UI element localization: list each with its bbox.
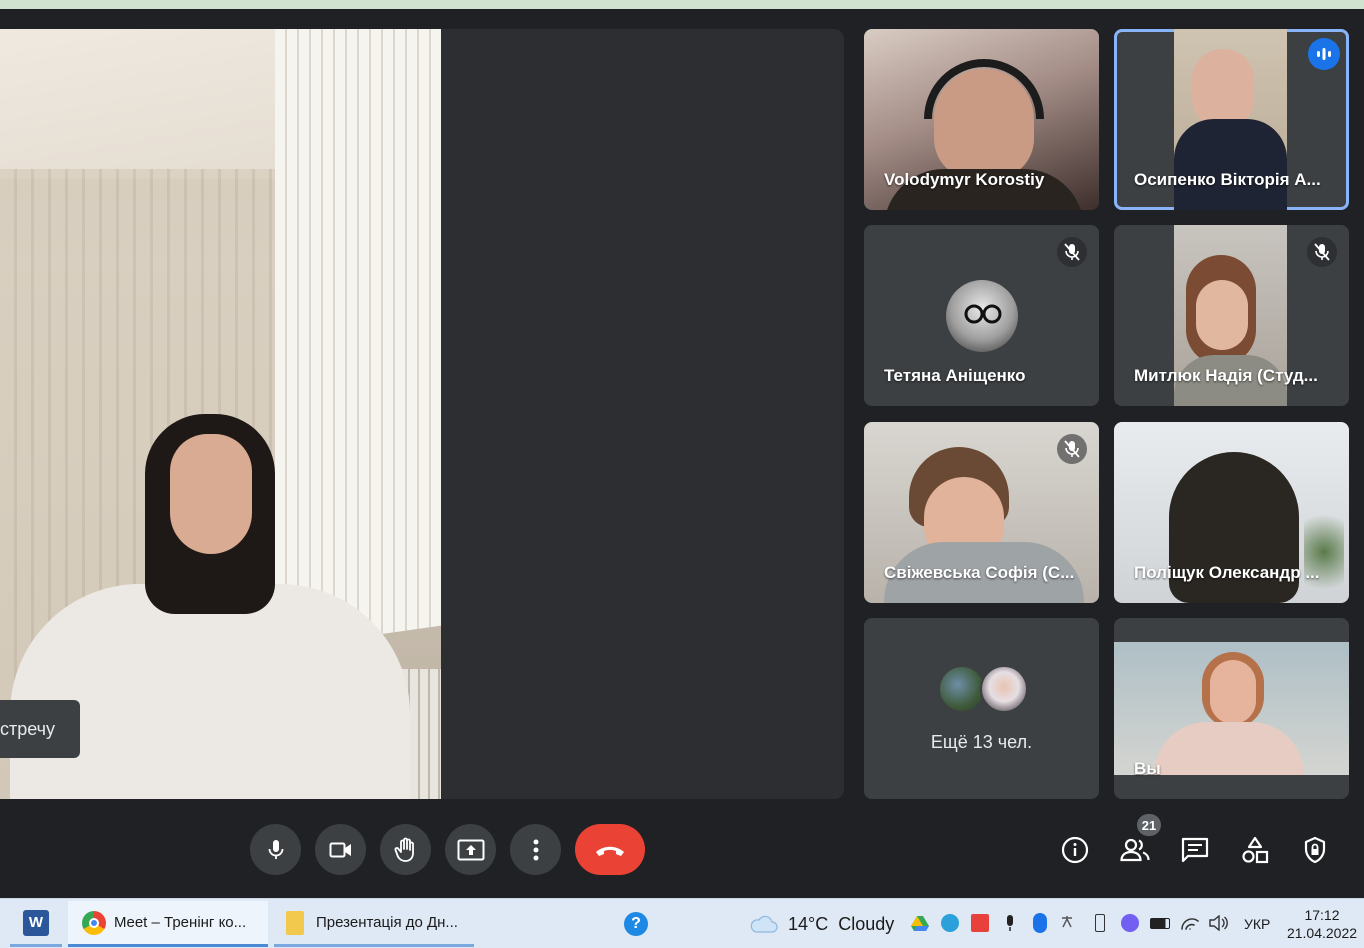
taskbar-help-button[interactable]: ? [620,901,652,947]
participant-face [1196,280,1248,350]
chat-icon [1181,837,1209,863]
participant-avatar [938,665,986,713]
chrome-icon [82,910,106,935]
people-button[interactable] [1115,830,1155,870]
activities-button[interactable] [1235,830,1275,870]
self-video [1114,642,1349,775]
viber-icon[interactable] [1120,913,1140,933]
main-speaker-video[interactable] [0,29,844,799]
participant-tile[interactable]: Свіжевська Софія (С... [864,422,1099,603]
weather-temp: 14°C [788,913,829,934]
clock[interactable]: 17:12 21.04.2022 [1282,901,1362,947]
participant-tile[interactable]: Volodymyr Korostiy [864,29,1099,210]
drive-icon[interactable] [910,913,930,933]
language-tool-icon[interactable] [1060,913,1080,933]
participant-tile[interactable]: Митлюк Надія (Студ... [1114,225,1349,406]
chat-button[interactable] [1175,830,1215,870]
mic-off-icon [1307,237,1337,267]
self-shoulders [1154,722,1304,775]
weather-condition: Cloudy [838,913,895,934]
host-controls-icon [1304,836,1326,864]
cloud-icon [750,915,778,933]
self-face [1210,660,1256,724]
keyboard-language[interactable]: УКР [1244,901,1270,947]
background-plant [1304,502,1344,602]
anydesk-icon[interactable] [970,913,990,933]
microphone-tray-icon[interactable] [1000,913,1020,933]
end-call-icon [596,846,624,856]
weather-widget[interactable]: 14°C Cloudy [748,901,894,947]
self-view-tile[interactable]: Вы [1114,618,1349,799]
taskbar-chrome-label: Meet – Тренінг ко... [114,914,247,931]
speaking-indicator-icon [1308,38,1340,70]
clock-date: 21.04.2022 [1286,925,1358,941]
mic-off-icon [1057,434,1087,464]
more-options-icon [533,839,538,860]
word-icon: W [23,909,49,936]
present-screen-button[interactable] [445,824,496,875]
battery-icon[interactable] [1150,913,1170,933]
participant-tile[interactable]: Тетяна Аніщенко [864,225,1099,406]
participant-name: Тетяна Аніщенко [884,366,1026,385]
taskbar-folder-label: Презентація до Дн... [316,914,458,931]
participant-name: Volodymyr Korostiy [884,170,1045,189]
taskbar-folder-button[interactable]: Презентація до Дн... [274,901,474,947]
camera-icon [329,842,351,857]
usb-icon[interactable] [1090,913,1110,933]
mic-icon [268,839,283,859]
participant-shoulders [1174,119,1287,210]
end-call-button[interactable] [575,824,645,875]
info-icon [1061,836,1089,864]
participant-name: Поліщук Олександр ... [1134,563,1320,582]
caption-toast-text: стречу [0,718,56,739]
folder-icon [286,910,304,935]
participant-avatar [980,665,1028,713]
mic-button[interactable] [250,824,301,875]
mic-off-icon [1057,237,1087,267]
taskbar-chrome-button[interactable]: Meet – Тренінг ко... [68,901,268,947]
telegram-icon[interactable] [940,913,960,933]
raise-hand-button[interactable] [380,824,431,875]
host-controls-button[interactable] [1295,830,1335,870]
taskbar-word-button[interactable]: W [10,901,62,947]
more-participants-label: Ещё 13 чел. [930,732,1033,752]
meeting-info-button[interactable] [1055,830,1095,870]
participant-tile[interactable]: Поліщук Олександр ... [1114,422,1349,603]
participant-tile-active[interactable]: Осипенко Вікторія А... [1114,29,1349,210]
participant-avatar [946,280,1018,352]
speaker-body [10,584,410,799]
bluetooth-icon[interactable] [1030,913,1050,933]
camera-button[interactable] [315,824,366,875]
activities-icon [1242,836,1269,864]
more-options-button[interactable] [510,824,561,875]
participant-name: Свіжевська Софія (С... [884,563,1075,582]
volume-icon[interactable] [1208,913,1228,933]
participant-count-badge: 21 [1137,814,1161,836]
wifi-icon[interactable] [1180,913,1200,933]
headphones-graphic [924,59,1044,119]
participant-face [1192,49,1254,129]
windows-taskbar: W Meet – Тренінг ко... Презентація до Дн… [0,898,1364,948]
window-top-strip [0,0,1364,9]
main-speaker-feed [0,29,441,799]
people-icon [1120,838,1150,862]
raise-hand-icon [394,837,414,862]
clock-time: 17:12 [1304,907,1340,923]
participant-name: Осипенко Вікторія А... [1134,170,1321,189]
present-screen-icon [457,839,484,860]
caption-toast[interactable]: стречу [0,700,80,758]
participant-name: Митлюк Надія (Студ... [1134,366,1318,385]
speaker-face [170,434,252,554]
background-blinds [275,29,441,649]
self-name: Вы [1134,759,1161,778]
more-participants-tile[interactable]: Ещё 13 чел. [864,618,1099,799]
help-icon: ? [624,912,648,936]
